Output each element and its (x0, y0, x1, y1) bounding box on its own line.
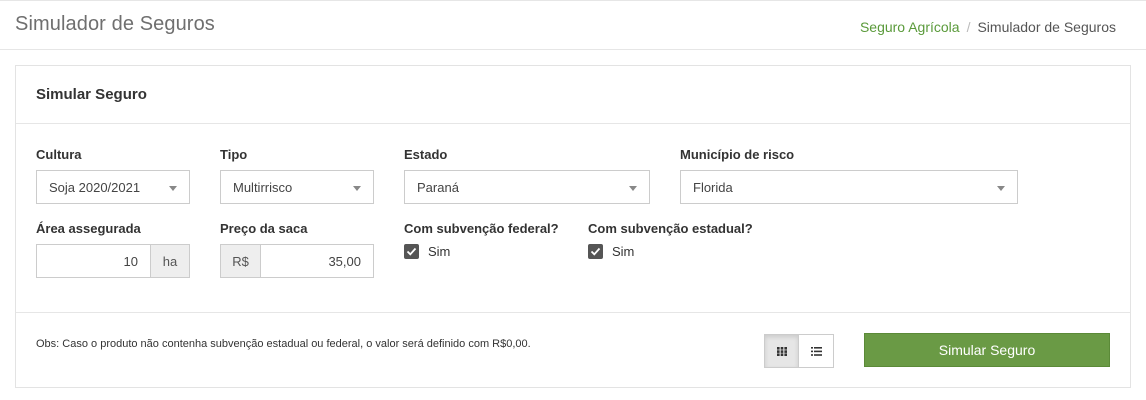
check-icon (590, 247, 601, 256)
chevron-down-icon (997, 186, 1005, 191)
panel-header: Simular Seguro (16, 66, 1130, 124)
breadcrumb-link-seguro-agricola[interactable]: Seguro Agrícola (860, 19, 960, 35)
subvencao-estadual-checkbox-row[interactable]: Sim (588, 244, 634, 259)
simulation-panel: Simular Seguro Cultura Soja 2020/2021 Ti… (15, 65, 1131, 388)
subvencao-estadual-option-label: Sim (612, 244, 635, 259)
simular-seguro-button[interactable]: Simular Seguro (864, 333, 1110, 367)
cultura-label: Cultura (36, 147, 82, 162)
chevron-down-icon (169, 186, 177, 191)
area-label: Área assegurada (36, 221, 141, 236)
grid-icon (777, 347, 787, 356)
top-header: Simulador de Seguros Seguro Agrícola / S… (0, 0, 1146, 50)
breadcrumb-separator: / (966, 19, 971, 35)
estado-label: Estado (404, 147, 448, 162)
check-icon (406, 247, 417, 256)
preco-input-value: 35,00 (328, 254, 361, 269)
estado-select-value: Paraná (417, 180, 459, 195)
tipo-select[interactable]: Multirrisco (220, 170, 374, 204)
subvencao-estadual-label: Com subvenção estadual? (588, 221, 753, 236)
tipo-label: Tipo (220, 147, 248, 162)
chevron-down-icon (353, 186, 361, 191)
subvencao-federal-label: Com subvenção federal? (404, 221, 559, 236)
area-input-group: 10 ha (36, 244, 190, 278)
tipo-select-value: Multirrisco (233, 180, 293, 195)
view-toggle (764, 334, 834, 368)
chevron-down-icon (629, 186, 637, 191)
panel-footer: Obs: Caso o produto não contenha subvenç… (16, 312, 1130, 389)
area-unit-addon: ha (151, 244, 190, 278)
subvencao-estadual-checkbox[interactable] (588, 244, 603, 259)
list-icon (811, 347, 822, 356)
subvencao-federal-checkbox[interactable] (404, 244, 419, 259)
subvencao-federal-option-label: Sim (428, 244, 451, 259)
panel-title: Simular Seguro (36, 86, 147, 103)
municipio-select[interactable]: Florida (680, 170, 1018, 204)
breadcrumb-current: Simulador de Seguros (977, 19, 1116, 35)
preco-input-group: R$ 35,00 (220, 244, 374, 278)
preco-label: Preço da saca (220, 221, 308, 236)
currency-addon: R$ (220, 244, 261, 278)
cultura-select[interactable]: Soja 2020/2021 (36, 170, 190, 204)
preco-input[interactable]: 35,00 (261, 244, 374, 278)
municipio-label: Município de risco (680, 147, 795, 162)
estado-select[interactable]: Paraná (404, 170, 650, 204)
area-input[interactable]: 10 (36, 244, 151, 278)
area-input-value: 10 (123, 254, 138, 269)
footer-note: Obs: Caso o produto não contenha subvenç… (36, 338, 531, 350)
cultura-select-value: Soja 2020/2021 (49, 180, 141, 195)
subvencao-federal-checkbox-row[interactable]: Sim (404, 244, 450, 259)
grid-view-button[interactable] (764, 334, 799, 368)
page-title: Simulador de Seguros (15, 13, 215, 35)
list-view-button[interactable] (799, 334, 834, 368)
breadcrumb: Seguro Agrícola / Simulador de Seguros (860, 19, 1116, 35)
municipio-select-value: Florida (693, 180, 733, 195)
